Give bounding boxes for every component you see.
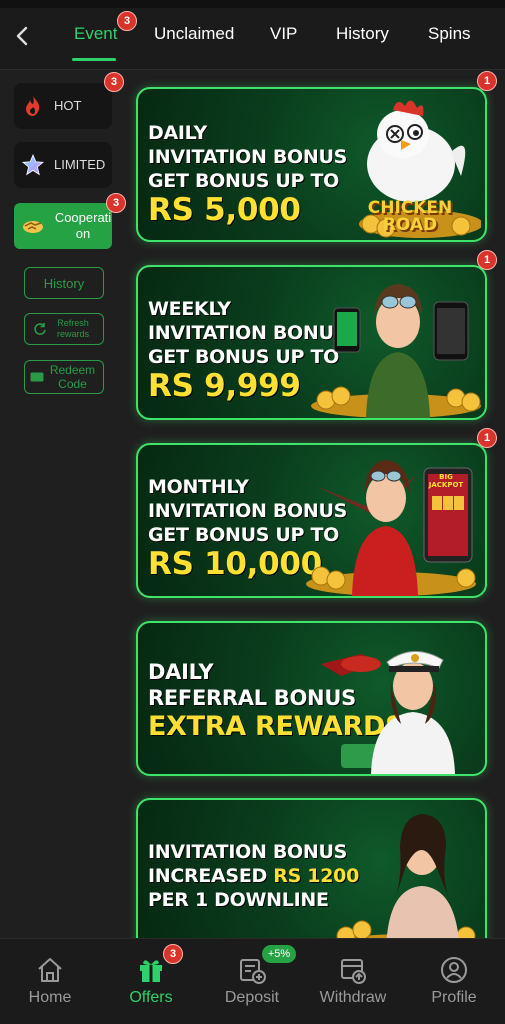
flame-icon <box>26 96 40 116</box>
star-icon <box>22 154 44 176</box>
handshake-icon <box>23 221 43 233</box>
refresh-rewards-label: Refresh rewards <box>56 318 89 339</box>
refresh-rewards-button[interactable]: Refresh rewards <box>24 313 104 345</box>
nav-deposit-label: Deposit <box>224 989 280 1006</box>
nav-withdraw[interactable]: Withdraw <box>308 955 398 1007</box>
nav-offers-label: Offers <box>129 989 173 1006</box>
big-jackpot-label: BIG JACKPOT <box>428 473 464 489</box>
status-strip <box>0 0 505 8</box>
tab-event-badge: 3 <box>117 11 137 31</box>
woman-gold-coins-image <box>330 814 481 956</box>
banner-1-line1: DAILY <box>148 122 207 144</box>
redeem-code-button[interactable]: Redeem Code <box>24 360 104 394</box>
captain-woman-plane-image <box>321 651 455 774</box>
category-hot-badge: 3 <box>104 72 124 92</box>
tab-active-indicator <box>72 58 116 61</box>
category-hot[interactable]: HOT <box>14 83 112 129</box>
banner-daily-invitation[interactable]: DAILY INVITATION BONUS GET BONUS UP TO R… <box>136 87 487 242</box>
pilot-woman-with-phones-image <box>311 284 481 418</box>
category-limited-label: LIMITED <box>54 157 106 172</box>
profile-icon <box>441 957 467 983</box>
tab-event[interactable]: Event <box>74 24 117 44</box>
chicken-road-logo: CHICKEN ROAD <box>367 198 453 235</box>
redeem-code-label: Redeem Code <box>49 363 96 391</box>
category-hot-label: HOT <box>54 98 82 113</box>
deposit-icon <box>240 959 266 984</box>
bottom-navigation: Home Offers Deposit Withdraw Profile <box>0 938 505 1024</box>
banner-2-badge: 1 <box>477 250 497 270</box>
nav-profile-label: Profile <box>431 989 477 1006</box>
banner-5-line2a: INCREASED <box>148 865 274 887</box>
nav-home[interactable]: Home <box>5 955 95 1007</box>
category-cooperation[interactable]: Cooperati on <box>14 203 112 249</box>
category-cooperation-label: Cooperati on <box>54 210 112 241</box>
tab-spins[interactable]: Spins <box>428 24 471 44</box>
banner-monthly-invitation[interactable]: MONTHLY INVITATION BONUS GET BONUS UP TO… <box>136 443 487 598</box>
banner-1-amount: RS 5,000 <box>148 192 301 228</box>
banner-1-line2: INVITATION BONUS <box>148 146 348 168</box>
category-limited[interactable]: LIMITED <box>14 142 112 188</box>
banner-daily-referral[interactable]: DAILY REFERRAL BONUS EXTRA REWARDS <box>136 621 487 776</box>
gift-icon <box>140 960 162 982</box>
ticket-icon <box>30 372 43 382</box>
banner-3-badge: 1 <box>477 428 497 448</box>
withdraw-icon <box>341 959 366 984</box>
nav-offers[interactable]: Offers <box>106 955 196 1007</box>
tab-unclaimed[interactable]: Unclaimed <box>154 24 234 44</box>
nav-profile[interactable]: Profile <box>409 955 499 1007</box>
home-icon <box>38 958 62 982</box>
category-sidebar: HOT 3 LIMITED Cooperati on 3 History Ref… <box>0 70 130 938</box>
category-cooperation-badge: 3 <box>106 193 126 213</box>
history-button[interactable]: History <box>24 267 104 299</box>
banner-1-badge: 1 <box>477 71 497 91</box>
banner-invitation-increased[interactable]: INVITATION BONUS INCREASED RS 1200 PER 1… <box>136 798 487 958</box>
nav-home-label: Home <box>28 989 72 1006</box>
aviator-woman-slot-phone-image <box>306 460 476 596</box>
deposit-bonus-pill: +5% <box>262 945 296 963</box>
nav-offers-badge: 3 <box>163 944 183 964</box>
banner-weekly-invitation[interactable]: WEEKLY INVITATION BONUS GET BONUS UP TO … <box>136 265 487 420</box>
refresh-icon <box>34 323 46 335</box>
nav-withdraw-label: Withdraw <box>319 989 387 1006</box>
tab-vip[interactable]: VIP <box>270 24 297 44</box>
top-tab-bar: Event 3 Unclaimed VIP History Spins <box>0 0 505 70</box>
banner-1-line3: GET BONUS UP TO <box>148 170 339 192</box>
back-arrow-icon[interactable] <box>10 22 36 50</box>
tab-history[interactable]: History <box>336 24 389 44</box>
